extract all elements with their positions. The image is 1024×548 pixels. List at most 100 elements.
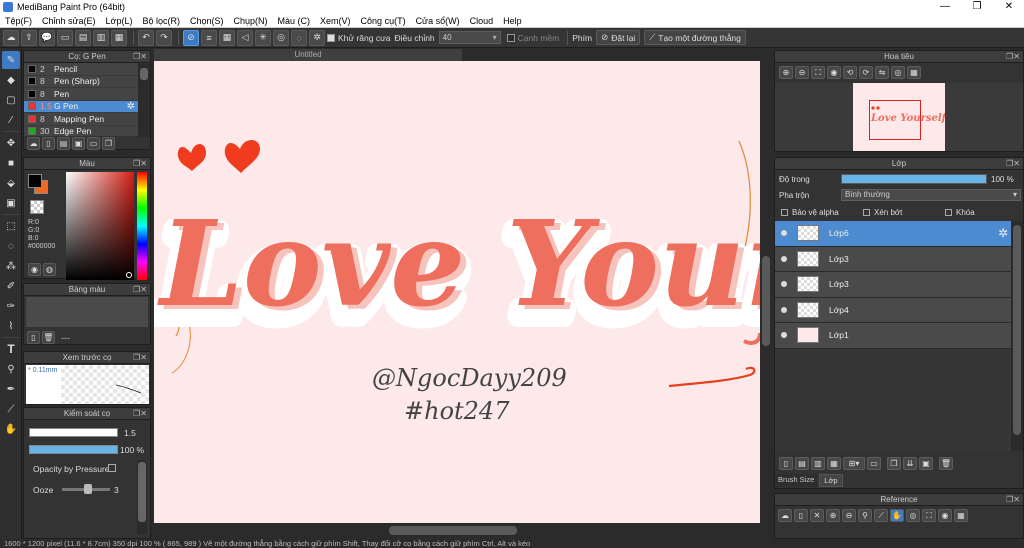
comment-icon[interactable]: 💬 xyxy=(39,29,55,46)
tab-brush-size[interactable]: Brush Size xyxy=(775,474,818,487)
lock-option[interactable]: Khóa xyxy=(945,208,975,218)
zoom-out-icon[interactable]: ⊖ xyxy=(795,66,809,79)
palette-delete-icon[interactable]: 🗑 xyxy=(42,331,55,344)
brush-item[interactable]: 8 Pen (Sharp) xyxy=(24,75,138,88)
dot-brush-tool-icon[interactable]: ⁄ xyxy=(2,111,20,129)
scroll-thumb[interactable] xyxy=(1013,225,1021,435)
layer-row[interactable]: Lớp3 xyxy=(775,272,1011,298)
reference-search-icon[interactable]: ⚲ xyxy=(858,509,872,522)
panel-close-icon[interactable]: ❐✕ xyxy=(1006,51,1020,63)
reference-rotate-icon[interactable]: ◎ xyxy=(906,509,920,522)
reset-button[interactable]: ⊘ Đặt lại xyxy=(596,30,641,45)
snap-vanishing-icon[interactable]: ◁ xyxy=(237,29,253,46)
fit-window-icon[interactable]: ⛶ xyxy=(811,66,825,79)
color-wheel-icon[interactable]: ◍ xyxy=(43,263,56,276)
rotate-right-icon[interactable]: ⟳ xyxy=(859,66,873,79)
color-field[interactable] xyxy=(66,172,134,280)
snap-settings-icon[interactable]: ✲ xyxy=(309,29,325,46)
lock-checkbox[interactable] xyxy=(945,209,952,216)
brush-list-scrollbar[interactable] xyxy=(138,64,150,137)
navigator-preview-area[interactable]: Love Yourself xyxy=(775,83,1023,151)
menu-layer[interactable]: Lớp(L) xyxy=(101,16,138,26)
canvas-vertical-scrollbar[interactable] xyxy=(760,61,772,523)
bucket-tool-icon[interactable]: ⬙ xyxy=(2,174,20,192)
brush-add-icon[interactable]: ▯ xyxy=(42,137,55,150)
layer-settings-icon[interactable]: ▣ xyxy=(919,457,933,470)
snap-cross-icon[interactable]: ▦ xyxy=(219,29,235,46)
visibility-icon[interactable] xyxy=(781,332,787,339)
divide-tool-icon[interactable]: ⌇ xyxy=(2,317,20,335)
panel-close-icon[interactable]: ❐✕ xyxy=(1006,158,1020,170)
page-list-icon[interactable]: ▥ xyxy=(93,29,109,46)
menu-help[interactable]: Help xyxy=(498,16,527,26)
minimize-button[interactable]: — xyxy=(930,0,960,14)
new-folder-icon[interactable]: ▭ xyxy=(867,457,881,470)
clipping-checkbox[interactable] xyxy=(863,209,870,216)
brush-delete-icon[interactable]: ❐ xyxy=(102,137,115,150)
snap-parallel-icon[interactable]: ≡ xyxy=(201,29,217,46)
panel-close-icon[interactable]: ❐✕ xyxy=(133,51,147,63)
horizontal-scroll-thumb[interactable] xyxy=(389,526,517,535)
fill-rect-tool-icon[interactable]: ■ xyxy=(2,154,20,172)
magic-wand-tool-icon[interactable]: ⁂ xyxy=(2,257,20,275)
reference-zoom-in-icon[interactable]: ⊕ xyxy=(826,509,840,522)
vertical-scroll-thumb[interactable] xyxy=(762,256,770,346)
opacity-pressure-checkbox[interactable] xyxy=(108,464,116,472)
menu-file[interactable]: Tệp(F) xyxy=(0,16,37,26)
menu-tools[interactable]: Công cụ(T) xyxy=(356,16,411,26)
zoom-in-icon[interactable]: ⊕ xyxy=(779,66,793,79)
new-8bit-layer-icon[interactable]: ▥ xyxy=(811,457,825,470)
share-icon[interactable]: ⇪ xyxy=(21,29,37,46)
adjust-combo[interactable]: 40 xyxy=(438,31,501,44)
brush-item[interactable]: 30 Edge Pen xyxy=(24,125,138,136)
reference-menu-icon[interactable]: ▦ xyxy=(954,509,968,522)
cloud-icon[interactable]: ☁ xyxy=(3,29,19,46)
foreground-color-swatch[interactable] xyxy=(28,174,42,188)
visibility-icon[interactable] xyxy=(781,255,787,262)
palette-icon[interactable]: ◉ xyxy=(28,263,41,276)
tab-layer[interactable]: Lớp xyxy=(819,474,843,487)
menu-snap[interactable]: Chụp(N) xyxy=(229,16,273,26)
transparent-color-swatch[interactable] xyxy=(30,200,44,214)
layer-opacity-slider[interactable] xyxy=(841,174,987,184)
menu-cloud[interactable]: Cloud xyxy=(465,16,499,26)
select-pen-tool-icon[interactable]: ✐ xyxy=(2,277,20,295)
operation-tool-icon[interactable]: ⚲ xyxy=(2,360,20,378)
shape-tool-icon[interactable]: ▢ xyxy=(2,91,20,109)
panel-close-icon[interactable]: ❐✕ xyxy=(133,158,147,170)
undo-icon[interactable]: ↶ xyxy=(138,29,154,46)
hand-tool-icon[interactable]: ✋ xyxy=(2,420,20,438)
brush-control-scrollbar[interactable] xyxy=(137,460,147,534)
opacity-slider[interactable] xyxy=(29,445,118,454)
palette-add-icon[interactable]: ▯ xyxy=(27,331,40,344)
color-field-cursor[interactable] xyxy=(126,272,132,278)
blend-mode-select[interactable]: Bình thường ▾ xyxy=(841,189,1021,201)
layer-list-scrollbar[interactable] xyxy=(1011,221,1023,451)
scroll-thumb[interactable] xyxy=(140,68,148,80)
duplicate-layer-icon[interactable]: ❐ xyxy=(887,457,901,470)
scroll-thumb[interactable] xyxy=(138,462,146,522)
snap-circle-icon[interactable]: ◎ xyxy=(273,29,289,46)
flip-icon[interactable]: ⇋ xyxy=(875,66,889,79)
brush-item[interactable]: 2 Pencil xyxy=(24,63,138,76)
reference-actual-icon[interactable]: ◉ xyxy=(938,509,952,522)
pen-tool-icon[interactable]: ✒ xyxy=(2,380,20,398)
panel-close-icon[interactable]: ❐✕ xyxy=(1006,494,1020,506)
layer-row[interactable]: Lớp4 xyxy=(775,297,1011,323)
layer-row[interactable]: Lớp1 xyxy=(775,323,1011,349)
reference-eyedropper-icon[interactable]: ⟋ xyxy=(874,509,888,522)
protect-alpha-option[interactable]: Bảo vệ alpha xyxy=(781,208,839,218)
navigator-menu-icon[interactable]: ▦ xyxy=(907,66,921,79)
ooze-slider-handle[interactable] xyxy=(84,484,92,494)
new-1bit-layer-icon[interactable]: ▦ xyxy=(827,457,841,470)
canvas-horizontal-scrollbar[interactable] xyxy=(154,523,760,538)
brush-item[interactable]: 8 Mapping Pen xyxy=(24,113,138,126)
reference-close-icon[interactable]: ✕ xyxy=(810,509,824,522)
reset-view-icon[interactable]: ◎ xyxy=(891,66,905,79)
new-halftone-layer-icon[interactable]: ▤ xyxy=(795,457,809,470)
gear-icon[interactable]: ✲ xyxy=(127,101,135,112)
brush-tool-icon[interactable]: ✎ xyxy=(2,51,20,69)
edge-soft-checkbox[interactable] xyxy=(506,33,515,42)
menu-view[interactable]: Xem(V) xyxy=(315,16,356,26)
visibility-icon[interactable] xyxy=(781,230,787,237)
